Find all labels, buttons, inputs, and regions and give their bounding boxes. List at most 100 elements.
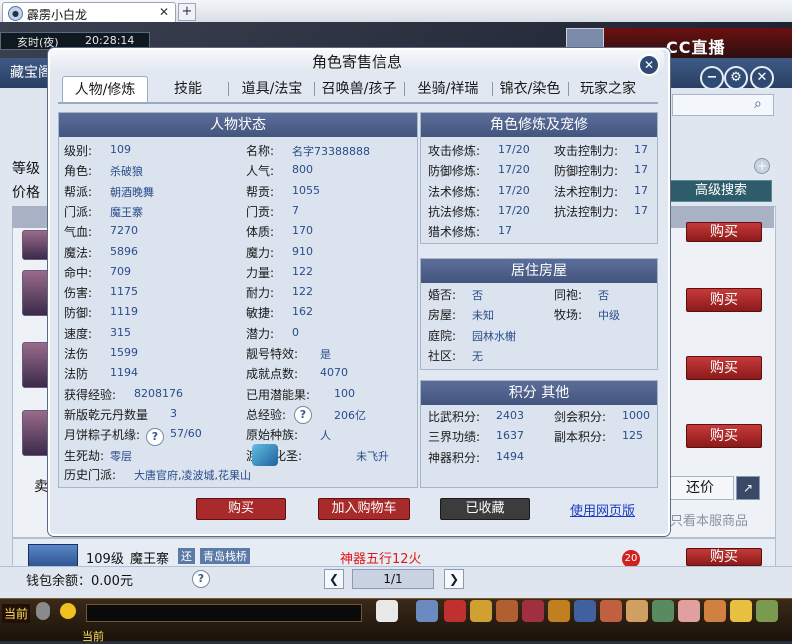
status-right-value: 是 bbox=[320, 348, 331, 361]
listing-buy-button[interactable]: 购买 bbox=[686, 548, 762, 566]
cultivation-left-value: 17/20 bbox=[498, 163, 530, 177]
status-right-value: 7 bbox=[292, 203, 299, 217]
status-right-value: 910 bbox=[292, 244, 313, 258]
panel-title: 积分 其他 bbox=[421, 381, 657, 405]
status-right-value: 122 bbox=[292, 285, 313, 299]
help-icon[interactable]: ? bbox=[294, 406, 312, 424]
item-icon[interactable] bbox=[444, 600, 466, 622]
chat-channel-label[interactable]: 当前 bbox=[2, 604, 31, 623]
microphone-icon[interactable] bbox=[36, 602, 50, 620]
tab-skills[interactable]: 技能 bbox=[152, 76, 224, 102]
tab-mounts[interactable]: 坐骑/祥瑞 bbox=[406, 76, 490, 102]
close-icon[interactable]: ✕ bbox=[750, 66, 774, 90]
pet-icon[interactable] bbox=[376, 600, 398, 622]
chat-channel-label-secondary: 当前 bbox=[82, 630, 104, 643]
score-left-value: 1494 bbox=[496, 449, 524, 463]
browser-tab[interactable]: ● 霹雳小白龙 ✕ bbox=[2, 2, 176, 23]
team-icon[interactable] bbox=[496, 600, 518, 622]
panel-title: 人物状态 bbox=[59, 113, 417, 137]
score-left-label: 神器积分: bbox=[428, 450, 481, 465]
emoji-icon[interactable] bbox=[60, 603, 76, 619]
activity-icon[interactable] bbox=[678, 600, 700, 622]
app-icon: ● bbox=[8, 6, 23, 21]
sell-label: 卖 bbox=[34, 479, 48, 495]
system-icon[interactable] bbox=[756, 600, 778, 622]
help-icon[interactable]: ? bbox=[146, 428, 164, 446]
listing-buy-button[interactable]: 购买 bbox=[686, 222, 762, 242]
cultivation-left-label: 抗法修炼: bbox=[428, 204, 481, 219]
search-icon[interactable]: ⌕ bbox=[754, 96, 762, 112]
tab-separator bbox=[314, 82, 315, 96]
prev-page-button[interactable]: ❮ bbox=[324, 569, 344, 589]
help-icon[interactable]: ? bbox=[192, 570, 210, 588]
cultivation-right-value: 17 bbox=[634, 183, 648, 197]
share-icon[interactable]: ↗ bbox=[736, 476, 760, 500]
status-left-value: 1119 bbox=[110, 305, 138, 319]
tab-separator bbox=[228, 82, 229, 96]
status-left-value: 魔王寨 bbox=[110, 205, 143, 219]
gear-icon[interactable]: ⚙ bbox=[724, 66, 748, 90]
favorited-button[interactable]: 已收藏 bbox=[440, 498, 530, 520]
status-left-label: 气血: bbox=[64, 225, 93, 240]
tab-player-home[interactable]: 玩家之家 bbox=[572, 76, 644, 102]
house-right-label: 牧场: bbox=[554, 308, 583, 323]
advanced-search-button[interactable]: 高级搜索 bbox=[670, 180, 772, 202]
status-left-label: 门派: bbox=[64, 204, 93, 219]
cultivation-left-label: 防御修炼: bbox=[428, 164, 481, 179]
tab-character-cultivation[interactable]: 人物/修炼 bbox=[62, 76, 148, 103]
minimize-icon[interactable]: − bbox=[700, 66, 724, 90]
mail-icon[interactable] bbox=[600, 600, 622, 622]
house-left-label: 庭院: bbox=[428, 328, 457, 343]
score-left-label: 三界功绩: bbox=[428, 430, 481, 445]
status-left-value: 5896 bbox=[110, 244, 138, 258]
counter-offer-button[interactable]: 还价 bbox=[666, 476, 734, 500]
panel-title: 角色修炼及宠修 bbox=[421, 113, 657, 137]
score-right-label: 剑会积分: bbox=[554, 410, 607, 424]
reward-icon[interactable] bbox=[730, 600, 752, 622]
tab-separator bbox=[404, 82, 405, 96]
status-right-label: 门贡: bbox=[246, 204, 275, 219]
status-right-label: 敏捷: bbox=[246, 306, 275, 321]
next-page-button[interactable]: ❯ bbox=[444, 569, 464, 589]
shop-icon[interactable] bbox=[626, 600, 648, 622]
listing-buy-button[interactable]: 购买 bbox=[686, 356, 762, 380]
status-right-label: 耐力: bbox=[246, 286, 275, 301]
map-icon[interactable] bbox=[652, 600, 674, 622]
expand-filter-icon[interactable]: + bbox=[754, 158, 770, 174]
friend-icon[interactable] bbox=[574, 600, 596, 622]
level-filter-label: 等级 bbox=[12, 161, 40, 177]
chat-input[interactable] bbox=[86, 604, 362, 622]
pet-thumbnail-icon bbox=[252, 444, 278, 466]
new-tab-button[interactable]: + bbox=[178, 3, 196, 21]
skill-icon[interactable] bbox=[416, 600, 438, 622]
only-this-server-toggle[interactable]: 只看本服商品 bbox=[670, 510, 748, 529]
status-left-label: 法防 bbox=[64, 367, 89, 382]
add-to-cart-button[interactable]: 加入购物车 bbox=[318, 498, 410, 520]
status-left-label: 月饼粽子机缘: bbox=[64, 428, 141, 443]
status-left-value: 零层 bbox=[110, 449, 132, 463]
cultivation-right-label: 抗法控制力: bbox=[554, 204, 619, 219]
status-right-value: 0 bbox=[292, 325, 299, 339]
buy-button[interactable]: 购买 bbox=[196, 498, 286, 520]
bag-icon[interactable] bbox=[470, 600, 492, 622]
history-school-value: 大唐官府,凌波城,花果山 bbox=[134, 469, 251, 482]
history-school-label: 历史门派: bbox=[64, 468, 117, 482]
tab-underline bbox=[58, 102, 658, 104]
event-icon[interactable] bbox=[704, 600, 726, 622]
cultivation-left-value: 17/20 bbox=[498, 203, 530, 217]
status-right-value: 162 bbox=[292, 305, 313, 319]
close-tab-icon[interactable]: ✕ bbox=[159, 5, 169, 19]
listing-buy-button[interactable]: 购买 bbox=[686, 288, 762, 312]
tab-items-treasures[interactable]: 道具/法宝 bbox=[232, 76, 312, 102]
tab-title: 霹雳小白龙 bbox=[27, 8, 88, 22]
dialog-close-icon[interactable]: ✕ bbox=[638, 54, 660, 76]
quest-icon[interactable] bbox=[548, 600, 570, 622]
cultivation-left-label: 攻击修炼: bbox=[428, 144, 481, 158]
guild-icon[interactable] bbox=[522, 600, 544, 622]
tab-outfits-dye[interactable]: 锦衣/染色 bbox=[494, 76, 566, 102]
use-web-version-link[interactable]: 使用网页版 bbox=[570, 500, 635, 519]
cultivation-left-value: 17 bbox=[498, 224, 512, 238]
status-left-value: 朝酒晚舞 bbox=[110, 185, 154, 199]
tab-summons-children[interactable]: 召唤兽/孩子 bbox=[316, 76, 402, 102]
listing-buy-button[interactable]: 购买 bbox=[686, 424, 762, 448]
